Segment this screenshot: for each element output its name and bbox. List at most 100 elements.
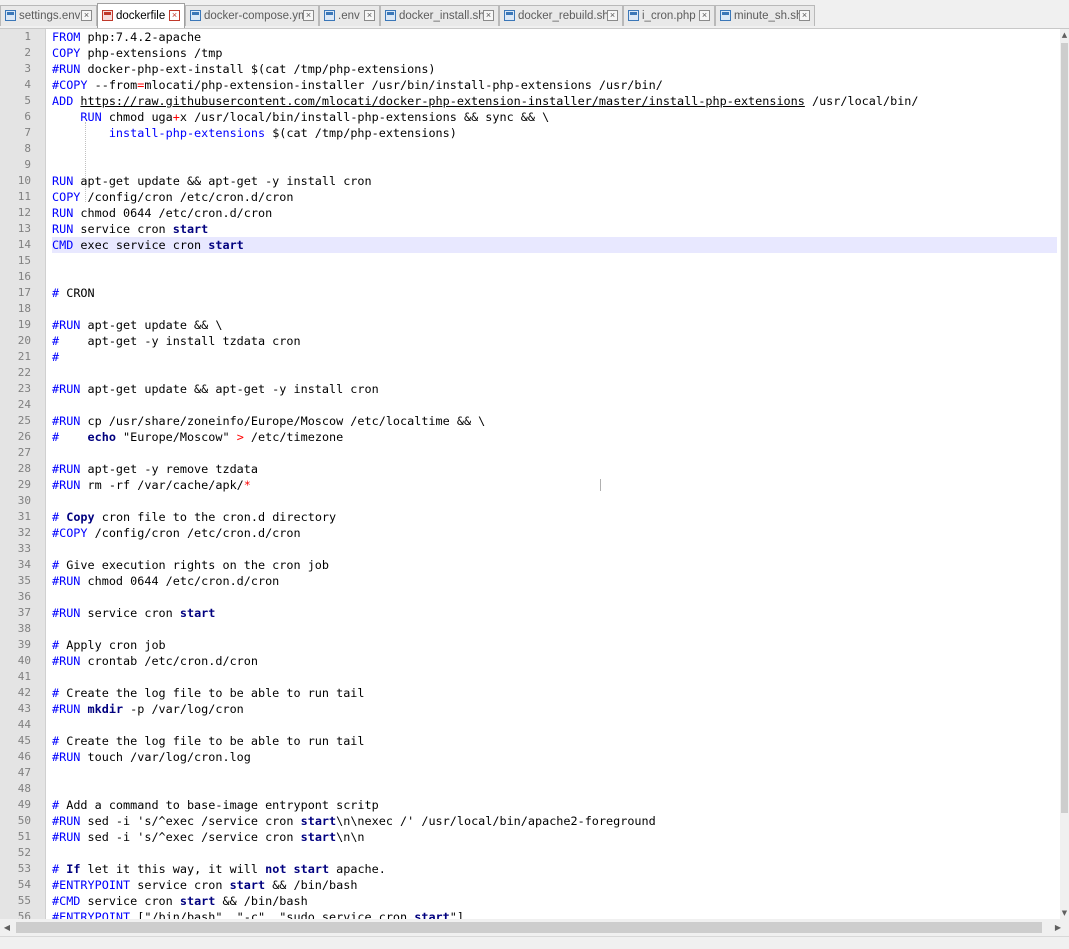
code-line[interactable]: 41: [18, 669, 1057, 685]
code-line[interactable]: 14 CMD exec service cron start: [18, 237, 1057, 253]
line-number: 14: [17, 238, 31, 251]
line-number: 54: [17, 878, 31, 891]
code-line[interactable]: 56 #ENTRYPOINT ["/bin/bash", "-c", "sudo …: [18, 909, 1057, 919]
scroll-left-arrow-icon[interactable]: ◀: [0, 919, 14, 936]
code-line[interactable]: 37 #RUN service cron start: [18, 605, 1057, 621]
close-tab-icon[interactable]: ×: [607, 10, 618, 21]
code-line[interactable]: 33: [18, 541, 1057, 557]
code-line[interactable]: 38: [18, 621, 1057, 637]
close-tab-icon[interactable]: ×: [699, 10, 710, 21]
code-line[interactable]: 2 COPY php-extensions /tmp: [24, 45, 1057, 61]
code-line[interactable]: 21 #: [18, 349, 1057, 365]
close-tab-icon[interactable]: ×: [169, 10, 180, 21]
code-line[interactable]: 11 COPY /config/cron /etc/cron.d/cron: [18, 189, 1057, 205]
code-line[interactable]: 22: [18, 365, 1057, 381]
close-tab-icon[interactable]: ×: [483, 10, 494, 21]
code-line[interactable]: 34 # Give execution rights on the cron jo…: [18, 557, 1057, 573]
code-line[interactable]: 13 RUN service cron start: [18, 221, 1057, 237]
code-text: RUN service cron start: [52, 222, 209, 236]
code-line[interactable]: 4 #COPY --from=mlocati/php-extension-inst…: [24, 77, 1057, 93]
code-line[interactable]: 53 # If let it this way, it will not star…: [18, 861, 1057, 877]
code-line[interactable]: 5 ADD https://raw.githubusercontent.com/m…: [24, 93, 1057, 109]
code-line[interactable]: 35 #RUN chmod 0644 /etc/cron.d/cron: [18, 573, 1057, 589]
code-line[interactable]: 25 #RUN cp /usr/share/zoneinfo/Europe/Mos…: [18, 413, 1057, 429]
tab-i-cron-php[interactable]: i_cron.php ×: [623, 5, 715, 26]
line-number: 46: [17, 750, 31, 763]
code-line[interactable]: 50 #RUN sed -i 's/^exec /service cron sta…: [18, 813, 1057, 829]
code-line[interactable]: 54 #ENTRYPOINT service cron start && /bin…: [18, 877, 1057, 893]
code-text: # Create the log file to be able to run …: [52, 686, 365, 700]
code-line[interactable]: 51 #RUN sed -i 's/^exec /service cron sta…: [18, 829, 1057, 845]
code-line[interactable]: 32 #COPY /config/cron /etc/cron.d/cron: [18, 525, 1057, 541]
close-tab-icon[interactable]: ×: [364, 10, 375, 21]
code-line[interactable]: 19 #RUN apt-get update && \: [18, 317, 1057, 333]
code-text: #RUN cp /usr/share/zoneinfo/Europe/Mosco…: [52, 414, 486, 428]
code-line[interactable]: 45 # Create the log file to be able to ru…: [18, 733, 1057, 749]
code-line[interactable]: 28 #RUN apt-get -y remove tzdata: [18, 461, 1057, 477]
tab-label: dockerfile: [116, 10, 166, 22]
line-number: 38: [17, 622, 31, 635]
code-line[interactable]: 29 #RUN rm -rf /var/cache/apk/*: [18, 477, 1057, 493]
close-tab-icon[interactable]: ×: [303, 10, 314, 21]
line-number: 56: [17, 910, 31, 919]
code-line[interactable]: 7 install-php-extensions $(cat /tmp/php-…: [24, 125, 1057, 141]
code-line[interactable]: 24: [18, 397, 1057, 413]
code-line[interactable]: 46 #RUN touch /var/log/cron.log: [18, 749, 1057, 765]
close-tab-icon[interactable]: ×: [799, 10, 810, 21]
code-line[interactable]: 49 # Add a command to base-image entrypon…: [18, 797, 1057, 813]
scroll-up-arrow-icon[interactable]: ▲: [1060, 29, 1069, 41]
code-line[interactable]: 30: [18, 493, 1057, 509]
code-line[interactable]: 23 #RUN apt-get update && apt-get -y inst…: [18, 381, 1057, 397]
code-line[interactable]: 16: [18, 269, 1057, 285]
vertical-scrollbar[interactable]: ▲ ▼: [1060, 29, 1069, 919]
code-line[interactable]: 8: [24, 141, 1057, 157]
vertical-scroll-thumb[interactable]: [1061, 43, 1068, 813]
code-line[interactable]: 44: [18, 717, 1057, 733]
close-tab-icon[interactable]: ×: [81, 10, 92, 21]
line-number: 28: [17, 462, 31, 475]
scroll-down-arrow-icon[interactable]: ▼: [1060, 907, 1069, 919]
line-number: 41: [17, 670, 31, 683]
code-line[interactable]: 3 #RUN docker-php-ext-install $(cat /tmp/…: [24, 61, 1057, 77]
code-line[interactable]: 6 RUN chmod uga+x /usr/local/bin/install…: [24, 109, 1057, 125]
code-text: #RUN docker-php-ext-install $(cat /tmp/p…: [52, 62, 436, 76]
tab-docker-compose-yml[interactable]: docker-compose.yml ×: [185, 5, 319, 26]
horizontal-scroll-thumb[interactable]: [16, 922, 1042, 933]
tab-dockerfile[interactable]: dockerfile ×: [97, 3, 185, 28]
code-line[interactable]: 20 # apt-get -y install tzdata cron: [18, 333, 1057, 349]
tab-docker-install-sh[interactable]: docker_install.sh ×: [380, 5, 499, 26]
code-line[interactable]: 9: [24, 157, 1057, 173]
code-line[interactable]: 31 # Copy cron file to the cron.d directo…: [18, 509, 1057, 525]
line-number: 17: [17, 286, 31, 299]
code-line[interactable]: 48: [18, 781, 1057, 797]
saved-file-icon: [720, 10, 731, 21]
code-line[interactable]: 10 RUN apt-get update && apt-get -y insta…: [18, 173, 1057, 189]
code-line[interactable]: 47: [18, 765, 1057, 781]
code-line[interactable]: 15: [18, 253, 1057, 269]
scroll-right-arrow-icon[interactable]: ▶: [1051, 919, 1065, 936]
code-line[interactable]: 12 RUN chmod 0644 /etc/cron.d/cron: [18, 205, 1057, 221]
tab-env[interactable]: .env ×: [319, 5, 380, 26]
code-line[interactable]: 36: [18, 589, 1057, 605]
tab-minute-sh-sh[interactable]: minute_sh.sh ×: [715, 5, 815, 26]
code-line[interactable]: 55 #CMD service cron start && /bin/bash: [18, 893, 1057, 909]
code-line[interactable]: 40 #RUN crontab /etc/cron.d/cron: [18, 653, 1057, 669]
horizontal-scrollbar[interactable]: ◀ ▶: [0, 919, 1069, 936]
line-number: 30: [17, 494, 31, 507]
tab-docker-rebuild-sh[interactable]: docker_rebuild.sh ×: [499, 5, 623, 26]
code-line[interactable]: 42 # Create the log file to be able to ru…: [18, 685, 1057, 701]
saved-file-icon: [385, 10, 396, 21]
code-line[interactable]: 39 # Apply cron job: [18, 637, 1057, 653]
line-number: 24: [17, 398, 31, 411]
code-line[interactable]: 17 # CRON: [18, 285, 1057, 301]
code-line[interactable]: 43 #RUN mkdir -p /var/log/cron: [18, 701, 1057, 717]
code-line[interactable]: 1 FROM php:7.4.2-apache: [24, 29, 1057, 45]
code-line[interactable]: 52: [18, 845, 1057, 861]
line-number: 36: [17, 590, 31, 603]
code-line[interactable]: 18: [18, 301, 1057, 317]
code-line[interactable]: 27: [18, 445, 1057, 461]
tab-settings-env[interactable]: settings.env ×: [0, 5, 97, 26]
code-area[interactable]: 1 FROM php:7.4.2-apache 2 COPY php-extensio…: [18, 29, 1057, 919]
code-editor[interactable]: 1 FROM php:7.4.2-apache 2 COPY php-extensio…: [0, 29, 1069, 919]
code-line[interactable]: 26 # echo "Europe/Moscow" > /etc/timezone: [18, 429, 1057, 445]
